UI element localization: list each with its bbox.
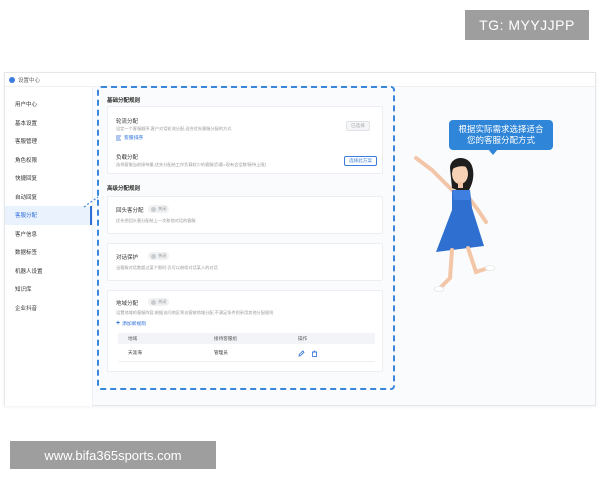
sidebar-item-agent-assignment[interactable]: 客服分配 xyxy=(5,206,92,225)
woman-illustration xyxy=(414,156,496,292)
sidebar-item-role-permissions[interactable]: 角色权限 xyxy=(5,151,92,170)
highlight-dashed-box xyxy=(97,86,395,390)
page: 设置中心 用户中心 基本设置 客服管理 角色权限 快捷回复 自动回复 客服分配 … xyxy=(0,0,600,480)
tip-callout: 根据实际需求选择适合您的客服分配方式 xyxy=(449,120,553,150)
sidebar-item-agent-management[interactable]: 客服管理 xyxy=(5,132,92,151)
sidebar-item-auto-reply[interactable]: 自动回复 xyxy=(5,188,92,207)
highlight-connector xyxy=(83,196,99,208)
sidebar-item-customer-info[interactable]: 客户信息 xyxy=(5,225,92,244)
window-title: 设置中心 xyxy=(18,77,41,84)
sidebar-item-enterprise-douyin[interactable]: 企业抖音 xyxy=(5,299,92,318)
sidebar-item-user-center[interactable]: 用户中心 xyxy=(5,95,92,114)
sidebar-item-basic-settings[interactable]: 基本设置 xyxy=(5,114,92,133)
sidebar: 用户中心 基本设置 客服管理 角色权限 快捷回复 自动回复 客服分配 客户信息 … xyxy=(5,87,93,406)
sidebar-item-quick-reply[interactable]: 快捷回复 xyxy=(5,169,92,188)
sidebar-item-data-tags[interactable]: 数据标签 xyxy=(5,243,92,262)
sidebar-item-knowledge-base[interactable]: 知识库 xyxy=(5,280,92,299)
tg-badge: TG: MYYJJPP xyxy=(465,10,589,40)
watermark-badge: www.bifa365sports.com xyxy=(10,441,216,469)
sidebar-item-bot-settings[interactable]: 机器人设置 xyxy=(5,262,92,281)
app-logo-icon xyxy=(9,76,15,83)
title-bar: 设置中心 xyxy=(5,73,595,87)
